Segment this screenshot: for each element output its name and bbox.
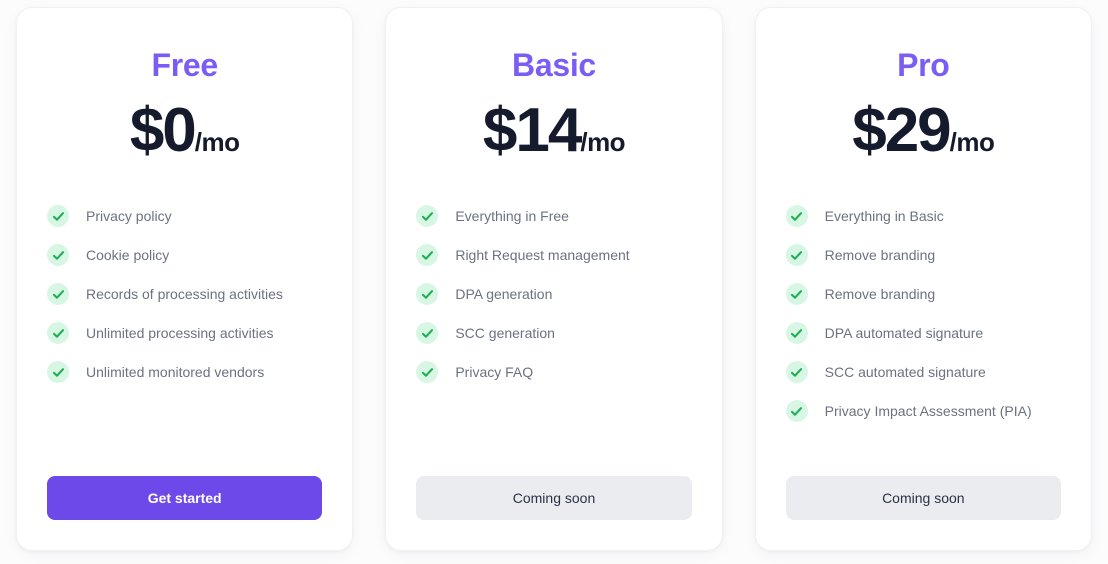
feature-item: Everything in Basic xyxy=(785,205,1061,228)
feature-item: Records of processing activities xyxy=(47,283,322,306)
plan-price-period: /mo xyxy=(580,127,626,158)
feature-label: Records of processing activities xyxy=(86,286,283,303)
feature-label: Remove branding xyxy=(824,286,936,303)
feature-label: Remove branding xyxy=(824,247,936,264)
check-icon xyxy=(416,322,439,345)
feature-label: DPA automated signature xyxy=(824,325,984,342)
feature-label: SCC generation xyxy=(455,325,555,342)
check-icon xyxy=(47,244,69,267)
coming-soon-button: Coming soon xyxy=(785,476,1061,520)
plan-feature-list: Privacy policy Cookie policy Records of pr… xyxy=(47,205,322,452)
feature-label: Right Request management xyxy=(455,247,630,264)
plan-price-row: $0/mo xyxy=(47,98,322,163)
check-icon xyxy=(785,322,808,345)
check-icon xyxy=(785,244,808,267)
plan-name: Basic xyxy=(512,47,596,83)
check-icon xyxy=(416,361,439,384)
feature-item: Privacy Impact Assessment (PIA) xyxy=(785,400,1061,423)
feature-item: Unlimited processing activities xyxy=(47,322,322,345)
pricing-card-pro: Pro $29/mo Everything in Basic Remove brand… xyxy=(754,7,1092,551)
feature-label: DPA generation xyxy=(455,286,553,303)
plan-feature-list: Everything in Basic Remove branding Remove… xyxy=(785,205,1061,452)
feature-item: Everything in Free xyxy=(416,205,691,228)
plan-price-row: $29/mo xyxy=(786,98,1061,163)
feature-label: SCC automated signature xyxy=(824,364,986,381)
feature-item: Remove branding xyxy=(785,283,1061,306)
check-icon xyxy=(47,205,69,228)
pricing-card-basic: Basic $14/mo Everything in Free Right Reque… xyxy=(385,7,723,551)
plan-name: Free xyxy=(151,47,218,83)
pricing-card-free: Free $0/mo Privacy policy Cookie policy Reco… xyxy=(16,7,354,551)
check-icon xyxy=(785,205,808,228)
coming-soon-button: Coming soon xyxy=(416,476,692,520)
feature-item: DPA generation xyxy=(416,283,691,306)
feature-item: Remove branding xyxy=(785,244,1061,267)
plan-price: $29 xyxy=(852,96,951,166)
plan-feature-list: Everything in Free Right Request manageme… xyxy=(416,205,691,452)
plan-name: Pro xyxy=(897,47,950,83)
plan-price: $0 xyxy=(129,96,197,166)
feature-label: Privacy policy xyxy=(86,208,172,225)
feature-item: SCC generation xyxy=(416,322,691,345)
plan-price: $14 xyxy=(482,96,582,166)
check-icon xyxy=(47,322,69,345)
check-icon xyxy=(416,244,439,267)
feature-item: Privacy FAQ xyxy=(416,361,691,384)
plan-price-row: $14/mo xyxy=(416,98,691,163)
feature-item: Privacy policy xyxy=(47,205,322,228)
feature-label: Privacy FAQ xyxy=(455,364,534,381)
pricing-plans-grid: Free $0/mo Privacy policy Cookie policy Reco… xyxy=(0,0,1108,564)
check-icon xyxy=(416,283,439,306)
feature-item: Right Request management xyxy=(416,244,691,267)
check-icon xyxy=(785,283,808,306)
check-icon xyxy=(47,283,69,306)
feature-label: Everything in Free xyxy=(455,208,569,225)
plan-price-period: /mo xyxy=(949,127,995,158)
plan-price-period: /mo xyxy=(194,127,240,158)
feature-item: Cookie policy xyxy=(47,244,322,267)
feature-label: Privacy Impact Assessment (PIA) xyxy=(824,403,1032,420)
feature-label: Unlimited monitored vendors xyxy=(86,364,265,381)
feature-label: Everything in Basic xyxy=(824,208,944,225)
feature-item: DPA automated signature xyxy=(785,322,1061,345)
feature-label: Cookie policy xyxy=(86,247,170,264)
check-icon xyxy=(785,400,808,423)
check-icon xyxy=(416,205,439,228)
feature-item: SCC automated signature xyxy=(785,361,1061,384)
get-started-button[interactable]: Get started xyxy=(47,476,323,520)
feature-item: Unlimited monitored vendors xyxy=(47,361,322,384)
check-icon xyxy=(785,361,808,384)
feature-label: Unlimited processing activities xyxy=(86,325,274,342)
check-icon xyxy=(47,361,69,384)
